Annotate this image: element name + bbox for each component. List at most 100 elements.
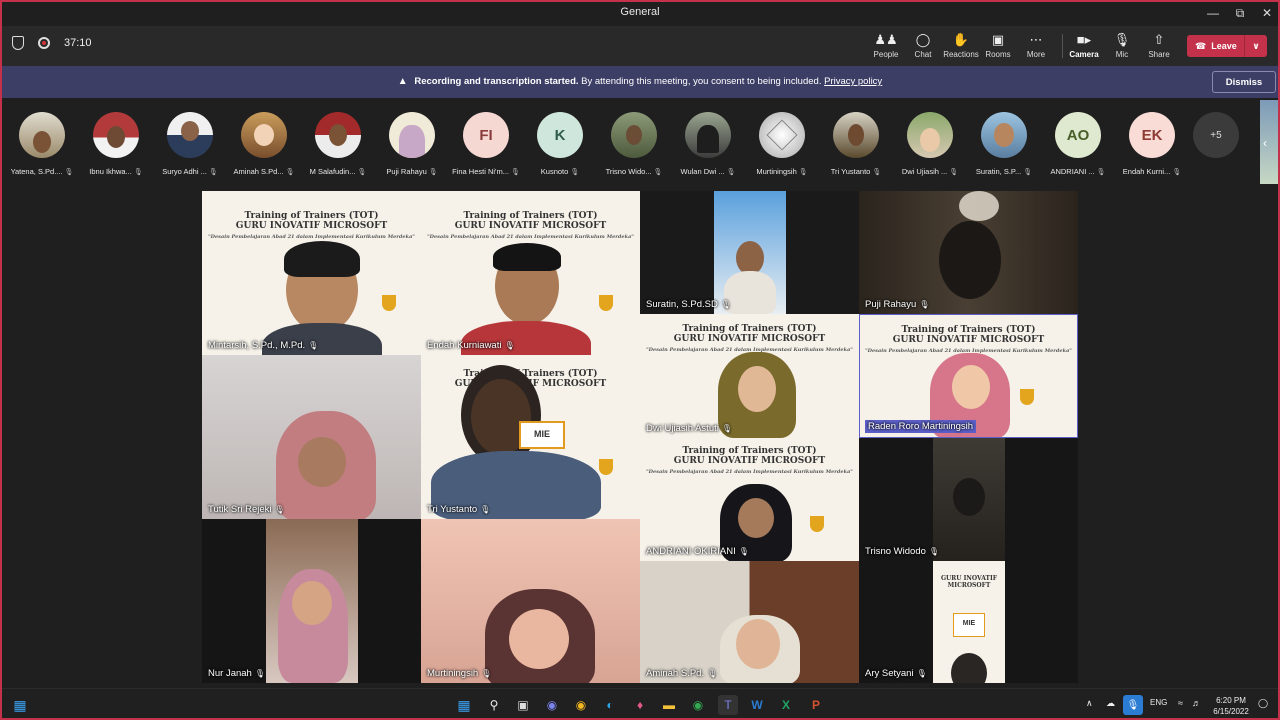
title-bar: General — ⧉ ✕: [0, 0, 1280, 26]
video-tile[interactable]: Training of Trainers (TOT) GURU INOVATIF…: [640, 314, 859, 438]
mic-off-icon: 🎙: [274, 505, 285, 514]
video-tile[interactable]: Aminah S.Pd. 🎙: [640, 561, 859, 683]
edge-icon[interactable]: ◐: [600, 695, 620, 715]
rooms-button[interactable]: ▣ Rooms: [978, 32, 1018, 59]
video-tile[interactable]: Training of Trainers (TOT) GURU INOVATIF…: [202, 191, 421, 355]
video-tile[interactable]: GURU INOVATIF MICROSOFT MIE Ary Setyani 🎙: [859, 561, 1078, 683]
chat-icon[interactable]: ◉: [542, 695, 562, 715]
participant-avatar[interactable]: Suryo Adhi ... 🎙: [153, 112, 227, 176]
toolbar-separator: [1062, 34, 1063, 58]
video-tile[interactable]: Tutik Sri Rejeki 🎙: [202, 355, 421, 519]
word-icon[interactable]: W: [747, 695, 767, 715]
video-tile[interactable]: Training of Trainers (TOT) GURU INOVATIF…: [421, 355, 640, 519]
search-icon[interactable]: ⚲: [484, 695, 504, 715]
participant-name: Tri Yustanto 🎙: [427, 504, 491, 515]
avatar: FI: [463, 112, 509, 158]
leave-button[interactable]: ☎ Leave ∨: [1187, 35, 1267, 57]
mic-off-icon: 🎙: [872, 169, 882, 176]
privacy-policy-link[interactable]: Privacy policy: [824, 76, 882, 87]
avatar: [19, 112, 65, 158]
participant-avatar[interactable]: Puji Rahayu 🎙: [375, 112, 449, 176]
file-explorer-icon[interactable]: ▬: [659, 695, 679, 715]
avatar: [759, 112, 805, 158]
taskbar: ▦ ▦ ⚲ ▣ ◉ ◉ ◐ ♦ ▬ ◉ T W X P ∧ ☁ 🎙 ENG ≈ …: [0, 688, 1280, 720]
dismiss-button[interactable]: Dismiss: [1212, 71, 1276, 93]
mic-off-icon: 🎙: [285, 169, 295, 176]
teams-icon[interactable]: T: [718, 695, 738, 715]
mic-off-icon: 🎙: [357, 169, 367, 176]
participant-avatar[interactable]: Aminah S.Pd... 🎙: [227, 112, 301, 176]
chrome-canary-icon[interactable]: ◉: [571, 695, 591, 715]
mic-off-icon: 🎙: [1096, 169, 1106, 176]
participant-name: Murtiningsih 🎙: [427, 668, 492, 679]
video-tile[interactable]: Training of Trainers (TOT) GURU INOVATIF…: [421, 191, 640, 355]
paint-icon[interactable]: ♦: [630, 695, 650, 715]
people-button[interactable]: ♟♟ People: [866, 32, 906, 59]
chevron-up-icon[interactable]: ∧: [1086, 698, 1093, 709]
mic-off-icon: 🎙: [510, 169, 520, 176]
mic-off-icon: 🎙: [949, 169, 959, 176]
participant-avatar[interactable]: Trisno Wido... 🎙: [597, 112, 671, 176]
powerpoint-icon[interactable]: P: [806, 695, 826, 715]
mic-off-icon: 🎙: [738, 547, 749, 556]
mic-button[interactable]: 🎙 Mic: [1102, 32, 1142, 59]
chrome-icon[interactable]: ◉: [688, 695, 708, 715]
more-participants-button[interactable]: +5: [1179, 112, 1253, 158]
participant-name: Endah Kurniawati 🎙: [427, 340, 515, 351]
mic-off-icon: 🎙: [308, 341, 319, 350]
participant-avatar[interactable]: Yatena, S.Pd.... 🎙: [5, 112, 79, 176]
clock[interactable]: 6:20 PM 6/15/2022: [1208, 695, 1254, 717]
avatar: [389, 112, 435, 158]
participant-avatar[interactable]: EK Endah Kurni... 🎙: [1115, 112, 1189, 176]
banner-message: By attending this meeting, you consent t…: [581, 76, 822, 87]
notification-icon[interactable]: ◯: [1258, 698, 1268, 709]
excel-icon[interactable]: X: [776, 695, 796, 715]
participant-avatar[interactable]: Ibnu Ikhwa... 🎙: [79, 112, 153, 176]
language-indicator[interactable]: ENG: [1150, 698, 1167, 707]
avatar: EK: [1129, 112, 1175, 158]
rooms-icon: ▣: [991, 32, 1005, 47]
recording-banner: ▲ Recording and transcription started. B…: [2, 66, 1278, 98]
wifi-icon[interactable]: ≈: [1178, 698, 1183, 708]
volume-icon[interactable]: ♬: [1192, 698, 1201, 708]
video-tile[interactable]: Suratin, S.Pd.SD 🎙: [640, 191, 859, 314]
share-button[interactable]: ⇧ Share: [1139, 32, 1179, 59]
avatar: AO: [1055, 112, 1101, 158]
trophy-icon: [599, 459, 613, 475]
mic-off-icon: 🎙: [64, 169, 74, 176]
start-icon[interactable]: ▦: [454, 695, 474, 715]
participant-name: Dwi Ujiasih Astuti 🎙: [646, 423, 733, 434]
participant-avatar[interactable]: M Salafudin... 🎙: [301, 112, 375, 176]
camera-button[interactable]: ■▸ Camera: [1064, 32, 1104, 59]
video-tile[interactable]: Murtiningsih 🎙: [421, 519, 640, 683]
participant-avatar[interactable]: Wulan Dwi ... 🎙: [671, 112, 745, 176]
widgets-icon[interactable]: ▦: [10, 695, 30, 715]
chevron-down-icon[interactable]: ∨: [1245, 41, 1267, 52]
participant-avatar[interactable]: FI Fina Hesti Ni'm... 🎙: [449, 112, 523, 176]
video-tile[interactable]: Puji Rahayu 🎙: [859, 191, 1078, 314]
participant-avatar[interactable]: Murtiningsih 🎙: [745, 112, 819, 176]
participant-avatar[interactable]: Tri Yustanto 🎙: [819, 112, 893, 176]
trophy-icon: [1020, 389, 1034, 405]
chevron-left-icon[interactable]: ‹: [1263, 136, 1267, 150]
close-button[interactable]: ✕: [1250, 0, 1280, 26]
trophy-icon: [810, 516, 824, 532]
participant-avatar[interactable]: Dwi Ujiasih ... 🎙: [893, 112, 967, 176]
onedrive-icon[interactable]: ☁: [1106, 698, 1115, 709]
mic-in-use-icon[interactable]: 🎙: [1123, 695, 1143, 715]
meeting-timer: 37:10: [64, 37, 92, 49]
participant-avatar[interactable]: Suratin, S.P... 🎙: [967, 112, 1041, 176]
mic-off-icon: 🎙: [254, 669, 265, 678]
participant-avatar[interactable]: K Kusnoto 🎙: [523, 112, 597, 176]
video-tile[interactable]: Nur Janah 🎙: [202, 519, 421, 683]
participant-avatar[interactable]: AO ANDRIANI ... 🎙: [1041, 112, 1115, 176]
shield-icon[interactable]: [12, 36, 24, 50]
task-view-icon[interactable]: ▣: [513, 695, 533, 715]
chat-button[interactable]: ◯ Chat: [903, 32, 943, 59]
participant-name: Raden Roro Martiningsih: [865, 420, 977, 433]
reactions-button[interactable]: ✋ Reactions: [941, 32, 981, 59]
video-tile[interactable]: Training of Trainers (TOT) GURU INOVATIF…: [640, 438, 859, 561]
more-button[interactable]: ⋯ More: [1016, 32, 1056, 59]
video-tile-speaking[interactable]: Training of Trainers (TOT) GURU INOVATIF…: [859, 314, 1078, 438]
video-tile[interactable]: Trisno Widodo 🎙: [859, 438, 1078, 561]
